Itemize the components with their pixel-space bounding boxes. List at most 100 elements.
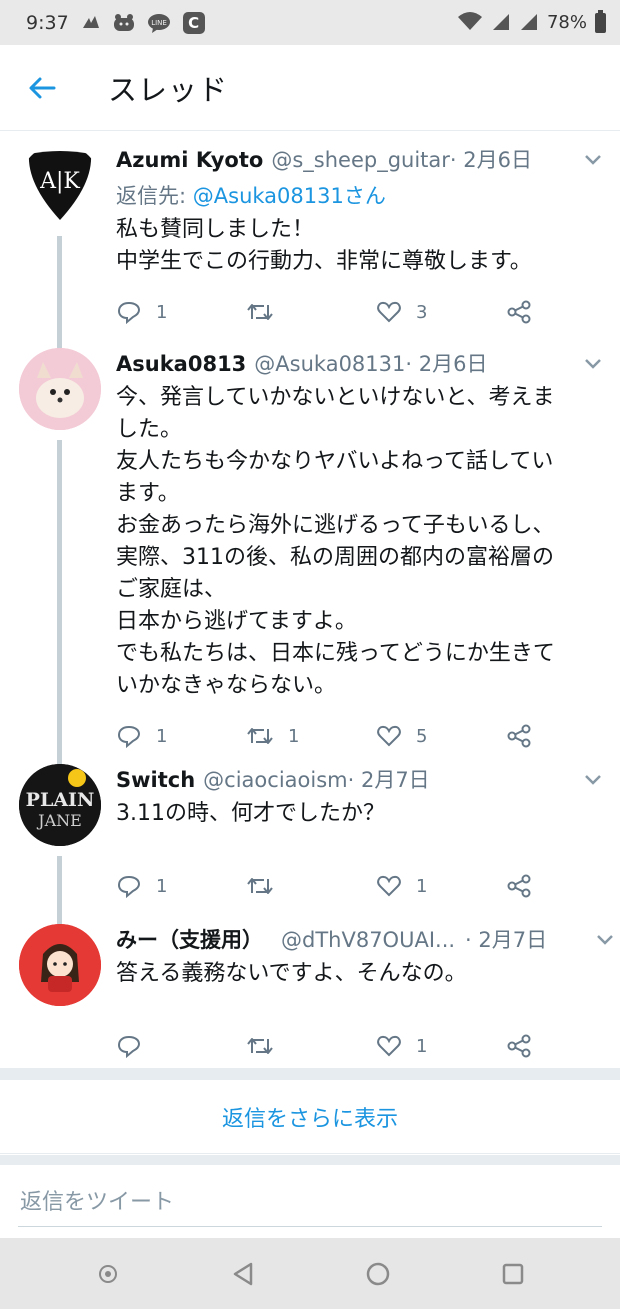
like-button[interactable]: 3 — [376, 300, 506, 324]
share-button[interactable] — [506, 724, 532, 748]
like-button[interactable]: 5 — [376, 724, 506, 748]
share-icon — [507, 724, 531, 748]
app-header: スレッド — [0, 45, 620, 131]
retweet-icon — [247, 304, 273, 320]
c-app-icon: C — [182, 11, 205, 34]
circle-home-icon — [366, 1262, 389, 1285]
svg-text:LINE: LINE — [151, 19, 167, 27]
svg-text:PLAIN: PLAIN — [26, 789, 95, 811]
dot-circle-icon — [98, 1264, 117, 1283]
tweet-text: 3.11の時、何才でしたか？ — [116, 801, 385, 826]
page-title: スレッド — [108, 72, 229, 107]
like-button[interactable]: 1 — [376, 874, 506, 898]
tweet-actions: 1 1 5 — [116, 716, 600, 756]
share-icon — [507, 1034, 531, 1058]
square-recents-icon — [502, 1263, 523, 1284]
reply-icon — [117, 725, 141, 748]
tweet-date[interactable]: · 2月6日 — [450, 144, 532, 174]
heart-icon — [377, 725, 401, 747]
show-more-replies-link[interactable]: 返信をさらに表示 — [0, 1080, 620, 1154]
tweet-actions: 1 1 — [116, 866, 600, 906]
user-handle[interactable]: @Asuka08131 — [254, 352, 405, 376]
heart-icon — [377, 875, 401, 897]
reply-icon — [117, 301, 141, 324]
nav-recents-button[interactable] — [493, 1254, 533, 1294]
avatar[interactable] — [19, 924, 101, 1006]
user-name[interactable]: Asuka0813 — [116, 352, 246, 376]
chevron-down-icon[interactable] — [584, 358, 602, 370]
share-button[interactable] — [506, 300, 532, 324]
triangle-back-icon — [233, 1262, 252, 1285]
reply-button[interactable]: 1 — [116, 874, 246, 898]
retweet-button[interactable] — [246, 301, 376, 323]
reply-icon — [117, 1035, 141, 1058]
chevron-down-icon[interactable] — [584, 774, 602, 786]
share-button[interactable] — [506, 1034, 532, 1058]
section-divider — [0, 1068, 620, 1080]
tweet-actions: 1 3 — [116, 292, 600, 332]
heart-icon — [377, 1035, 401, 1057]
status-right: 78% — [457, 9, 606, 35]
tweet[interactable]: Asuka0813 @Asuka08131 · 2月6日 今、発言していかないと… — [0, 340, 620, 772]
status-bar: 9:37 LINE C 78% — [0, 0, 620, 45]
chevron-down-icon[interactable] — [584, 154, 602, 166]
chevron-down-icon[interactable] — [596, 934, 614, 946]
tweet-header: Asuka0813 @Asuka08131 · 2月6日 — [116, 348, 600, 378]
reply-mention-link[interactable]: @Asuka08131さん — [193, 184, 386, 208]
tweet-header: みー（支援用） @dThV87OUAI... · 2月7日 — [116, 924, 600, 954]
tweet-date[interactable]: · 2月7日 — [348, 764, 430, 794]
back-button[interactable] — [0, 45, 84, 131]
signal-2-icon — [519, 11, 539, 35]
reply-button[interactable]: 1 — [116, 300, 246, 324]
user-handle[interactable]: @s_sheep_guitar — [271, 148, 450, 172]
battery-icon — [595, 9, 606, 33]
retweet-icon — [247, 878, 273, 894]
tweet[interactable]: みー（支援用） @dThV87OUAI... · 2月7日 答える義務ないですよ… — [0, 920, 620, 1070]
reply-tweet-input[interactable] — [18, 1179, 602, 1227]
wifi-icon — [457, 11, 483, 35]
reply-count: 1 — [156, 725, 168, 747]
tweet[interactable]: PLAIN JANE Switch @ciaociaoism · 2月7日 3.… — [0, 756, 620, 936]
nav-back-button[interactable] — [223, 1254, 263, 1294]
like-count: 3 — [416, 301, 428, 323]
user-name[interactable]: Switch — [116, 768, 195, 792]
retweet-button[interactable]: 1 — [246, 725, 376, 747]
like-count: 1 — [416, 875, 428, 897]
section-divider — [0, 1155, 620, 1165]
assistant-button[interactable] — [88, 1254, 128, 1294]
user-name[interactable]: Azumi Kyoto — [116, 148, 263, 172]
retweet-icon — [247, 1038, 273, 1054]
nav-home-button[interactable] — [358, 1254, 398, 1294]
retweet-button[interactable] — [246, 1035, 376, 1057]
svg-text:JANE: JANE — [36, 811, 82, 830]
reply-button[interactable] — [116, 1034, 246, 1058]
bird-icon — [81, 14, 101, 32]
notification-icons: LINE C — [81, 11, 205, 34]
avatar[interactable] — [19, 348, 101, 430]
user-handle[interactable]: @dThV87OUAI... — [281, 928, 455, 952]
like-button[interactable]: 1 — [376, 1034, 506, 1058]
system-nav-bar — [0, 1238, 620, 1309]
status-time: 9:37 — [26, 11, 69, 34]
tweet-header: Switch @ciaociaoism · 2月7日 — [116, 764, 600, 794]
svg-text:A|K: A|K — [39, 169, 80, 194]
tweet-text: 答える義務ないですよ、そんなの。 — [116, 961, 467, 986]
thread-line — [57, 440, 62, 772]
reply-icon — [117, 875, 141, 898]
tweet-date[interactable]: · 2月6日 — [405, 348, 487, 378]
reply-button[interactable]: 1 — [116, 724, 246, 748]
tweet-date[interactable]: · 2月7日 — [465, 924, 547, 954]
tweet-actions: 1 — [116, 1026, 600, 1066]
tweet[interactable]: A|K Azumi Kyoto @s_sheep_guitar · 2月6日 返… — [0, 132, 620, 366]
reply-compose-bar — [0, 1165, 620, 1238]
reply-count: 1 — [156, 875, 168, 897]
avatar[interactable]: A|K — [19, 144, 101, 226]
retweet-button[interactable] — [246, 875, 376, 897]
line-app-icon: LINE — [147, 13, 171, 33]
user-handle[interactable]: @ciaociaoism — [203, 768, 347, 792]
user-name[interactable]: みー（支援用） — [116, 924, 263, 954]
avatar[interactable]: PLAIN JANE — [19, 764, 101, 846]
thread: A|K Azumi Kyoto @s_sheep_guitar · 2月6日 返… — [0, 132, 620, 1070]
share-button[interactable] — [506, 874, 532, 898]
tweet-text: 今、発言していかないといけないと、考えま した。 友人たちも今かなりヤバいよねっ… — [116, 385, 555, 698]
